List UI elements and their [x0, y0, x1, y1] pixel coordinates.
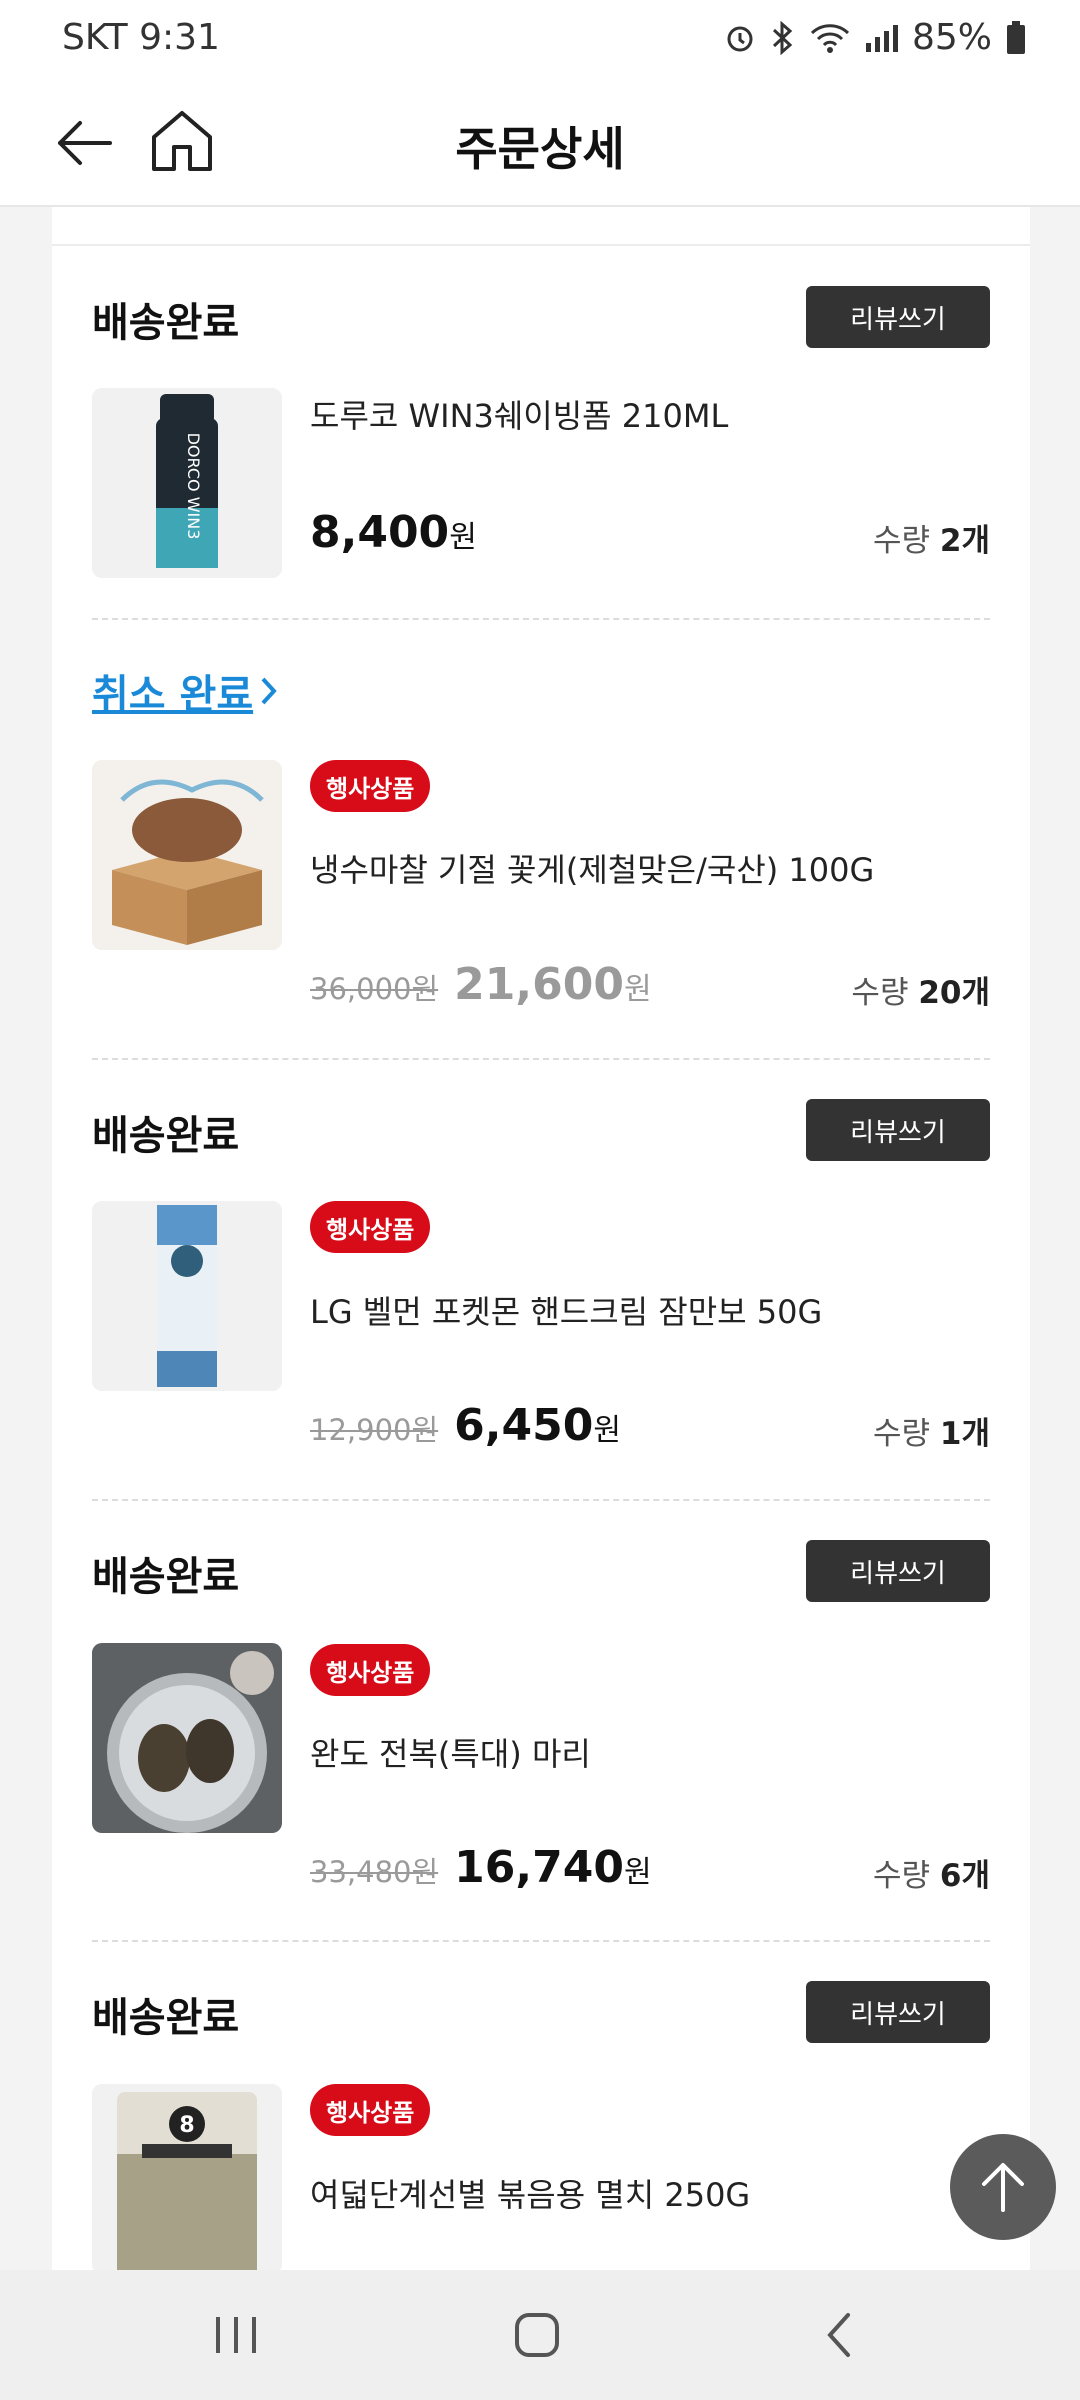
shaving-foam-image: DORCO WIN3 — [92, 388, 282, 578]
item-divider — [92, 618, 990, 620]
item-divider — [92, 1499, 990, 1501]
sale-price: 16,740원 — [454, 1842, 652, 1893]
anchovy-pack-image: 8 — [92, 2084, 282, 2270]
home-circle-icon — [515, 2313, 559, 2357]
order-items-list: 배송완료 리뷰쓰기 DORCO WIN3 도루코 WIN3쉐이빙폼 210ML … — [52, 207, 1030, 2270]
crab-box-image — [92, 760, 282, 950]
promotion-badge: 행사상품 — [310, 1201, 431, 1253]
product-thumbnail[interactable] — [92, 760, 282, 950]
product-thumbnail[interactable] — [92, 1643, 282, 1833]
status-bar: SKT 9:31 85% — [0, 0, 1080, 75]
product-thumbnail[interactable]: 8 — [92, 2084, 282, 2270]
write-review-button[interactable]: 리뷰쓰기 — [806, 1099, 990, 1161]
system-navigation-bar — [0, 2270, 1080, 2400]
original-price: 33,480원 — [310, 1855, 439, 1889]
order-status: 배송완료 — [92, 1554, 240, 1600]
carrier-time: SKT 9:31 — [62, 17, 220, 58]
scroll-to-top-button[interactable] — [950, 2134, 1056, 2240]
item-divider — [92, 1940, 990, 1942]
product-name[interactable]: 완도 전복(특대) 마리 — [310, 1729, 591, 1775]
product-thumbnail[interactable]: DORCO WIN3 — [92, 388, 282, 578]
chevron-right-icon — [261, 677, 277, 705]
status-icons: 85% — [724, 17, 1026, 58]
write-review-button[interactable]: 리뷰쓰기 — [806, 1981, 990, 2043]
price-row: 36,000원 21,600원 — [310, 959, 652, 1010]
battery-percent: 85% — [911, 17, 992, 58]
product-name[interactable]: LG 벨먼 포켓몬 핸드크림 잠만보 50G — [310, 1287, 822, 1333]
product-name[interactable]: 냉수마찰 기절 꽃게(제철맞은/국산) 100G — [310, 845, 874, 891]
home-nav-button[interactable] — [507, 2305, 567, 2365]
alarm-icon — [727, 26, 753, 51]
write-review-button[interactable]: 리뷰쓰기 — [806, 1540, 990, 1602]
svg-text:8: 8 — [179, 2113, 194, 2138]
write-review-button[interactable]: 리뷰쓰기 — [806, 286, 990, 348]
product-name[interactable]: 여덟단계선별 볶음용 멸치 250G — [310, 2170, 750, 2216]
battery-icon — [1007, 20, 1025, 54]
sale-price: 6,450원 — [454, 1400, 621, 1451]
arrow-up-icon — [982, 2163, 1024, 2212]
original-price: 36,000원 — [310, 972, 439, 1006]
promotion-badge: 행사상품 — [310, 760, 431, 812]
promotion-badge: 행사상품 — [310, 1644, 431, 1696]
product-name[interactable]: 도루코 WIN3쉐이빙폼 210ML — [310, 391, 728, 437]
hand-cream-image — [92, 1201, 282, 1391]
price-row: 12,900원 6,450원 — [310, 1400, 621, 1451]
item-divider — [92, 1058, 990, 1060]
quantity: 수량 2개 — [873, 523, 990, 559]
order-status: 배송완료 — [92, 1113, 240, 1159]
promotion-badge: 행사상품 — [310, 2084, 431, 2136]
app-header: 주문상세 — [0, 75, 1080, 207]
recent-apps-icon — [216, 2317, 256, 2353]
price-row: 33,480원 16,740원 — [310, 1842, 652, 1893]
divider — [52, 244, 1030, 246]
product-thumbnail[interactable] — [92, 1201, 282, 1391]
quantity: 수량 6개 — [873, 1858, 990, 1894]
back-nav-button[interactable] — [810, 2305, 870, 2365]
quantity: 수량 20개 — [851, 975, 990, 1011]
quantity: 수량 1개 — [873, 1416, 990, 1452]
sale-price: 8,400원 — [310, 507, 477, 558]
page-title: 주문상세 — [455, 122, 625, 176]
bluetooth-icon — [772, 20, 793, 55]
order-status: 배송완료 — [92, 300, 240, 346]
sale-price: 21,600원 — [454, 959, 652, 1010]
original-price: 12,900원 — [310, 1413, 439, 1447]
recent-apps-button[interactable] — [206, 2305, 266, 2365]
price-row: 8,400원 — [310, 507, 477, 558]
svg-text:DORCO WIN3: DORCO WIN3 — [184, 433, 203, 540]
order-status: 배송완료 — [92, 1995, 240, 2041]
wifi-icon — [810, 23, 850, 53]
abalone-image — [92, 1643, 282, 1833]
signal-icon — [865, 24, 898, 52]
chevron-left-icon — [827, 2313, 850, 2357]
cancel-status-link[interactable]: 취소 완료 — [92, 662, 279, 720]
